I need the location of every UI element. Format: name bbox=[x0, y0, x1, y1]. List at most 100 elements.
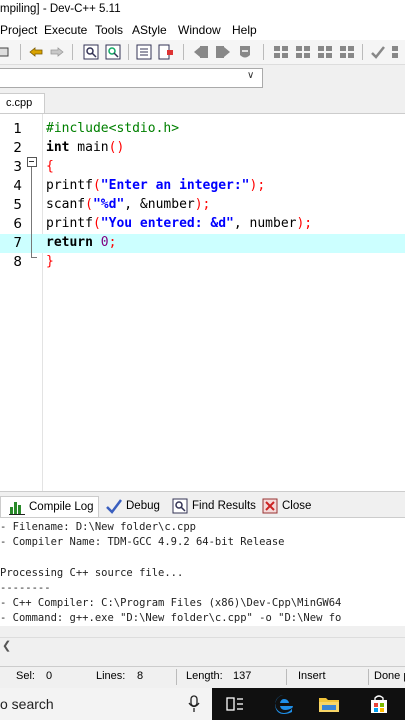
tab-label: Find Results bbox=[192, 500, 256, 512]
code-text: scanf("%d", &number); bbox=[46, 197, 210, 212]
tab-close[interactable]: Close bbox=[262, 496, 311, 516]
file-explorer-icon[interactable] bbox=[316, 692, 342, 716]
replace-icon[interactable] bbox=[104, 43, 122, 61]
log-line: - Filename: D:\New folder\c.cpp bbox=[0, 521, 196, 533]
code-line[interactable]: 3{ bbox=[0, 158, 405, 177]
fold-collapse-icon[interactable] bbox=[27, 157, 37, 167]
bookmark-icon[interactable] bbox=[236, 43, 254, 61]
undo-icon[interactable] bbox=[27, 43, 45, 61]
horizontal-scrollbar[interactable]: ❮ bbox=[0, 637, 405, 656]
tab-label: Compile Log bbox=[29, 501, 94, 513]
tab-label: Debug bbox=[126, 500, 160, 512]
grid-icon[interactable] bbox=[272, 43, 290, 61]
insert-mode: Insert bbox=[298, 670, 326, 682]
grid-icon[interactable] bbox=[294, 43, 312, 61]
line-number: 1 bbox=[13, 121, 22, 137]
check-icon[interactable] bbox=[369, 43, 387, 61]
log-line: - Compiler Name: TDM-GCC 4.9.2 64-bit Re… bbox=[0, 536, 285, 548]
tab-compile-log[interactable]: Compile Log bbox=[0, 496, 99, 517]
find-icon bbox=[172, 498, 188, 514]
line-number: 7 bbox=[13, 235, 22, 251]
lines-label: Lines: bbox=[96, 670, 126, 682]
code-line[interactable]: 4 printf("Enter an integer:"); bbox=[0, 177, 405, 196]
function-select[interactable] bbox=[0, 68, 263, 88]
menu-bar: Project Execute Tools AStyle Window Help bbox=[0, 20, 405, 40]
code-editor[interactable]: 1 #include<stdio.h> 2 int main() 3{4 printf("… bbox=[0, 113, 405, 492]
code-token: return bbox=[46, 235, 93, 250]
status-bar: Sel: 0 Lines: 8 Length: 137 Insert Done … bbox=[0, 666, 405, 687]
sel-value: 0 bbox=[46, 670, 53, 682]
menu-window[interactable]: Window bbox=[178, 23, 221, 37]
code-token: , number bbox=[233, 216, 297, 231]
search-box[interactable]: o search bbox=[0, 688, 212, 720]
log-line: -------- bbox=[0, 582, 51, 594]
code-text: } bbox=[46, 254, 54, 269]
length-label: Length: bbox=[186, 670, 223, 682]
code-token: () bbox=[108, 140, 125, 155]
code-token: ); bbox=[296, 216, 313, 231]
code-text: #include<stdio.h> bbox=[46, 121, 179, 136]
code-line[interactable]: 5 scanf("%d", &number); bbox=[0, 196, 405, 215]
tab-find-results[interactable]: Find Results bbox=[172, 496, 256, 516]
menu-execute[interactable]: Execute bbox=[44, 23, 87, 37]
log-line: - C++ Compiler: C:\Program Files (x86)\D… bbox=[0, 597, 342, 609]
code-token: ( bbox=[92, 216, 101, 231]
code-token: main bbox=[69, 140, 109, 155]
chevron-left-icon[interactable]: ❮ bbox=[2, 639, 11, 652]
grid-icon[interactable] bbox=[316, 43, 334, 61]
code-text: { bbox=[46, 159, 54, 174]
menu-astyle[interactable]: AStyle bbox=[132, 23, 167, 37]
taskbar: o search bbox=[0, 688, 405, 720]
menu-tools[interactable]: Tools bbox=[95, 23, 123, 37]
editor-tabbar: c.cpp bbox=[0, 91, 405, 114]
code-token: scanf bbox=[46, 197, 86, 212]
code-token: printf bbox=[46, 178, 93, 193]
microphone-icon[interactable] bbox=[188, 695, 200, 716]
code-token: ; bbox=[108, 235, 117, 250]
task-view-icon[interactable] bbox=[222, 692, 248, 716]
code-token: printf bbox=[46, 216, 93, 231]
line-number: 6 bbox=[13, 216, 22, 232]
code-text: int main() bbox=[46, 140, 124, 155]
compile-log[interactable]: - Filename: D:\New folder\c.cpp - Compil… bbox=[0, 517, 405, 626]
lines-value: 8 bbox=[137, 670, 144, 682]
find-icon[interactable] bbox=[82, 43, 100, 61]
line-number: 5 bbox=[13, 197, 22, 213]
title-bar: mpiling] - Dev-C++ 5.11 bbox=[0, 0, 405, 20]
forward-icon[interactable] bbox=[214, 43, 232, 61]
code-token: "Enter an integer:" bbox=[100, 178, 250, 193]
code-token: ( bbox=[85, 197, 93, 212]
code-token: ); bbox=[249, 178, 266, 193]
output-panel-tabs: Compile Log Debug Find Results Close bbox=[0, 491, 405, 518]
line-number: 4 bbox=[13, 178, 22, 194]
log-line: - Command: g++.exe "D:\New folder\c.cpp"… bbox=[0, 612, 342, 624]
code-token: { bbox=[46, 159, 54, 174]
grid-icon[interactable] bbox=[390, 43, 405, 61]
code-line[interactable]: 6 printf("You entered: &d", number); bbox=[0, 215, 405, 234]
back-icon[interactable] bbox=[192, 43, 210, 61]
code-text: return 0; bbox=[46, 235, 116, 250]
store-icon[interactable] bbox=[366, 692, 392, 716]
code-line[interactable]: 1 #include<stdio.h> bbox=[0, 120, 405, 139]
list-icon[interactable] bbox=[135, 43, 153, 61]
code-line[interactable]: 8} bbox=[0, 253, 405, 272]
code-token: } bbox=[46, 254, 54, 269]
print-icon[interactable] bbox=[0, 43, 12, 61]
log-line: Processing C++ source file... bbox=[0, 567, 184, 579]
goto-icon[interactable] bbox=[157, 43, 175, 61]
code-line[interactable]: 2 int main() bbox=[0, 139, 405, 158]
code-line[interactable]: 7 return 0; bbox=[0, 234, 405, 253]
tab-label: c.cpp bbox=[6, 97, 33, 109]
menu-help[interactable]: Help bbox=[232, 23, 257, 37]
line-number: 2 bbox=[13, 140, 22, 156]
menu-project[interactable]: Project bbox=[0, 23, 37, 37]
tab-c-cpp[interactable]: c.cpp bbox=[0, 93, 45, 114]
edge-browser-icon[interactable] bbox=[271, 692, 297, 716]
grid-icon[interactable] bbox=[338, 43, 356, 61]
chevron-down-icon[interactable]: ∨ bbox=[247, 70, 254, 81]
tab-label: Close bbox=[282, 500, 312, 512]
line-number: 8 bbox=[13, 254, 22, 270]
redo-icon[interactable] bbox=[48, 43, 66, 61]
tab-debug[interactable]: Debug bbox=[106, 496, 160, 516]
